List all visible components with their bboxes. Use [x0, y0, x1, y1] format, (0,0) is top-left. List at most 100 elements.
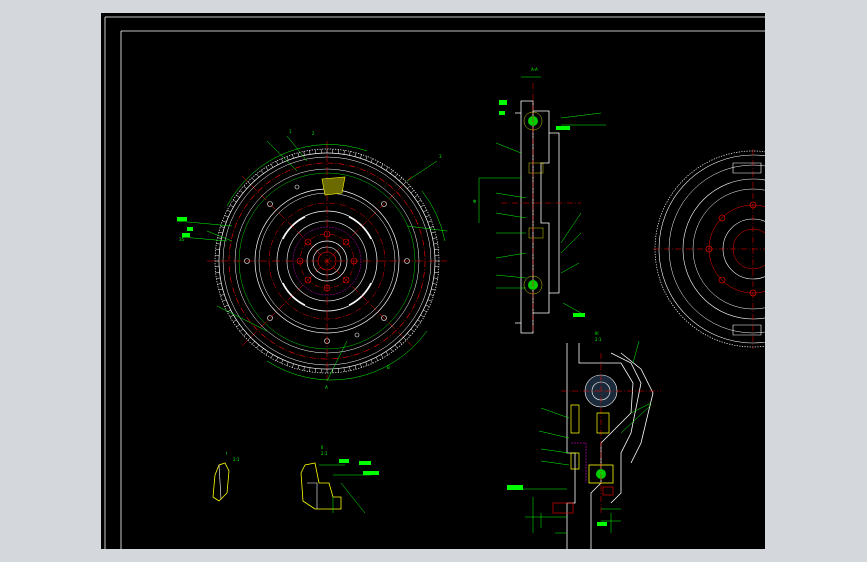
gear-tooth: [297, 365, 300, 370]
gear-tooth: [349, 151, 351, 156]
gear-tooth: [385, 166, 389, 171]
gear-tooth: [275, 357, 279, 361]
gear-tooth: [247, 337, 251, 341]
gear-tooth: [427, 220, 432, 223]
gear-tooth: [220, 226, 225, 228]
gear-tooth: [423, 309, 427, 313]
gear-tooth: [260, 348, 264, 352]
gear-tooth: [229, 314, 234, 318]
gear-tooth: [425, 215, 430, 218]
drawing-viewport[interactable]: 35 1 2 3 A B A-A Φ I 2:1 II 2:1 III 2:1: [101, 13, 765, 549]
gear-tooth: [239, 190, 244, 194]
gear-tooth: [292, 154, 294, 159]
gear-tooth: [429, 294, 434, 296]
gear-tooth: [429, 226, 434, 228]
gear-tooth: [281, 359, 284, 364]
gear-tooth: [222, 299, 227, 302]
svg-text:A-A: A-A: [531, 67, 538, 72]
gear-tooth: [309, 367, 311, 372]
gear-tooth: [420, 314, 425, 318]
gear-tooth: [433, 277, 438, 279]
gear-tooth: [239, 328, 244, 332]
flywheel-front-view: 35 1 2 3 A B: [176, 129, 448, 390]
gear-tooth: [256, 344, 260, 349]
gear-tooth: [236, 324, 240, 328]
gear-tooth: [222, 220, 227, 223]
gear-tooth: [399, 177, 403, 181]
gear-tooth: [431, 288, 436, 291]
gear-tooth: [247, 181, 251, 185]
gear-tooth: [360, 363, 362, 368]
gear-tooth: [365, 156, 368, 161]
gear-tooth: [286, 361, 289, 366]
gear-tooth: [407, 185, 411, 189]
gear-tooth: [380, 163, 384, 168]
gear-tooth: [394, 173, 398, 178]
svg-text:Φ: Φ: [473, 199, 476, 204]
svg-text:II: II: [321, 445, 323, 450]
flywheel-partial-front-view: [653, 149, 765, 349]
svg-text:3: 3: [439, 154, 442, 159]
gear-tooth: [224, 304, 229, 307]
gear-tooth: [229, 204, 234, 208]
gear-tooth: [432, 237, 437, 239]
gear-tooth: [410, 328, 415, 332]
gear-tooth: [216, 243, 221, 245]
gear-tooth: [390, 348, 394, 352]
gear-tooth: [265, 166, 269, 171]
gear-tooth: [370, 359, 373, 364]
gear-tooth: [216, 277, 221, 279]
gear-tooth: [385, 351, 389, 356]
gear-tooth: [309, 150, 311, 155]
gear-tooth: [303, 366, 305, 371]
gear-tooth: [251, 177, 255, 181]
gear-tooth: [217, 283, 222, 285]
gear-tooth: [432, 283, 437, 285]
gear-tooth: [354, 365, 357, 370]
svg-text:B: B: [387, 365, 390, 370]
gear-tooth: [220, 294, 225, 296]
gear-tooth: [270, 163, 274, 168]
gear-tooth: [403, 181, 407, 185]
gear-tooth: [380, 354, 384, 359]
gear-tooth: [217, 237, 222, 239]
gear-tooth: [256, 173, 260, 178]
gear-tooth: [227, 309, 231, 313]
gear-tooth: [281, 158, 284, 163]
gear-tooth: [414, 324, 418, 328]
gear-tooth: [343, 150, 345, 155]
gear-tooth: [407, 333, 411, 337]
gear-tooth: [251, 341, 255, 345]
gear-tooth: [297, 152, 300, 157]
cad-drawing: 35 1 2 3 A B A-A Φ I 2:1 II 2:1 III 2:1: [104, 16, 765, 549]
gear-tooth: [227, 209, 231, 213]
gear-tooth: [286, 156, 289, 161]
gear-tooth: [349, 366, 351, 371]
svg-text:A: A: [325, 385, 328, 390]
gear-tooth: [360, 154, 362, 159]
gear-tooth: [218, 288, 223, 291]
enlarged-section-view: III 2:1: [507, 331, 661, 549]
svg-text:35: 35: [179, 237, 185, 242]
detail-view-ii: II 2:1: [300, 445, 379, 514]
gear-tooth: [417, 199, 422, 203]
gear-tooth: [403, 337, 407, 341]
gear-tooth: [370, 158, 373, 163]
gear-tooth: [232, 319, 237, 323]
gear-tooth: [365, 361, 368, 366]
gear-tooth: [431, 231, 436, 234]
gear-tooth: [414, 194, 418, 198]
gear-tooth: [343, 367, 345, 372]
gear-tooth: [243, 185, 247, 189]
svg-text:III: III: [595, 331, 599, 336]
gear-tooth: [270, 354, 274, 359]
gear-tooth: [243, 333, 247, 337]
gear-tooth: [236, 194, 240, 198]
gear-tooth: [417, 319, 422, 323]
gear-tooth: [399, 341, 403, 345]
gear-tooth: [292, 363, 294, 368]
gear-tooth: [303, 151, 305, 156]
gear-tooth: [420, 204, 425, 208]
svg-text:2:1: 2:1: [321, 451, 328, 456]
gear-tooth: [354, 152, 357, 157]
